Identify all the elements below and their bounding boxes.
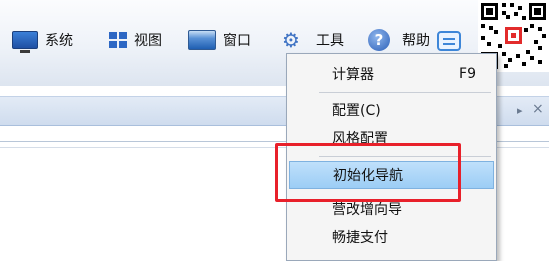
menu-help[interactable]: ? 帮助 bbox=[368, 26, 430, 54]
menu-window-label: 窗口 bbox=[223, 33, 251, 49]
help-icon: ? bbox=[368, 29, 390, 51]
menu-system-label: 系统 bbox=[45, 33, 73, 49]
tools-dropdown-menu: 计算器 F9 配置(C) 风格配置 初始化导航 营改增向导 畅捷支付 bbox=[286, 53, 497, 261]
menu-tools-label: 工具 bbox=[316, 33, 344, 49]
close-icon[interactable]: × bbox=[532, 101, 544, 117]
monitor-icon bbox=[12, 31, 38, 53]
menu-item-label: 配置(C) bbox=[332, 103, 381, 119]
view-grid-icon bbox=[109, 32, 127, 48]
menu-separator bbox=[319, 156, 491, 157]
chat-icon[interactable] bbox=[437, 31, 461, 51]
menu-item-calculator[interactable]: 计算器 F9 bbox=[287, 60, 496, 88]
menu-item-chanjie-pay[interactable]: 畅捷支付 bbox=[287, 223, 496, 251]
menu-view[interactable]: 视图 bbox=[109, 26, 162, 54]
menu-item-config[interactable]: 配置(C) bbox=[287, 96, 496, 124]
menu-help-label: 帮助 bbox=[402, 33, 430, 49]
window-icon bbox=[188, 30, 216, 50]
menu-item-label: 营改增向导 bbox=[332, 202, 402, 218]
menu-system[interactable]: 系统 bbox=[12, 26, 73, 54]
menu-window[interactable]: 窗口 bbox=[188, 26, 251, 54]
menu-item-label: 畅捷支付 bbox=[332, 230, 388, 246]
menu-view-label: 视图 bbox=[134, 33, 162, 49]
menu-item-style-config[interactable]: 风格配置 bbox=[287, 124, 496, 152]
gear-icon: ⚙ bbox=[282, 28, 300, 52]
menu-separator bbox=[319, 92, 491, 93]
shortcut-label: F9 bbox=[459, 66, 476, 82]
tab-scroll-arrow-icon[interactable]: ▸ bbox=[517, 104, 523, 117]
menu-item-label: 风格配置 bbox=[332, 131, 388, 147]
menu-item-vat-wizard[interactable]: 营改增向导 bbox=[287, 195, 496, 223]
menu-item-label: 初始化导航 bbox=[333, 168, 403, 184]
menu-item-label: 计算器 bbox=[332, 67, 374, 83]
menu-tools[interactable]: ⚙ 工具 bbox=[281, 26, 344, 54]
menu-item-init-navigation[interactable]: 初始化导航 bbox=[289, 161, 494, 189]
